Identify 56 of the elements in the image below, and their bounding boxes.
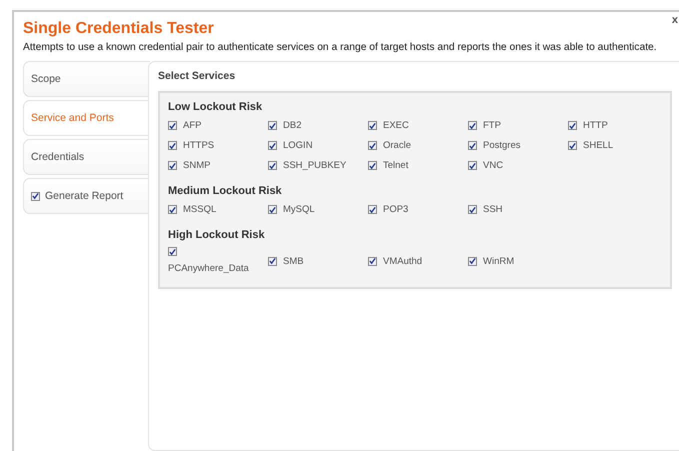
service-label: VNC [483, 159, 504, 172]
service-label: HTTP [583, 119, 608, 132]
service-label: POP3 [383, 203, 408, 216]
checkbox[interactable] [468, 141, 477, 150]
checkbox[interactable] [268, 141, 277, 150]
checkbox[interactable] [168, 121, 177, 130]
checkbox[interactable] [168, 161, 177, 170]
close-button[interactable]: x [672, 15, 678, 26]
panel-title: Select Services [158, 70, 236, 82]
service-label: Oracle [383, 139, 411, 152]
sidebar-tab[interactable]: Scope [23, 61, 150, 97]
service-label: SHELL [583, 139, 614, 152]
service-label: MSSQL [183, 203, 216, 216]
service-label: SSH_PUBKEY [283, 159, 346, 172]
group-title: Low Lockout Risk [168, 101, 264, 113]
service-label: FTP [483, 119, 501, 132]
checkbox[interactable] [368, 141, 377, 150]
checkbox[interactable] [468, 121, 477, 130]
group-title: High Lockout Risk [168, 229, 266, 241]
checkbox[interactable] [31, 192, 40, 200]
service-label: SNMP [183, 159, 210, 172]
dialog-title: Single Credentials Tester [23, 20, 214, 38]
service-label: Telnet [383, 159, 408, 172]
service-label: LOGIN [283, 139, 313, 152]
checkbox[interactable] [268, 121, 277, 130]
service-label: SSH [483, 203, 503, 216]
service-label: MySQL [283, 203, 315, 216]
checkbox[interactable] [568, 141, 577, 150]
checkbox[interactable] [268, 205, 277, 214]
checkbox[interactable] [468, 205, 477, 214]
checkbox[interactable] [168, 205, 177, 214]
service-label: AFP [183, 119, 202, 132]
service-label: VMAuthd [383, 254, 422, 268]
checkbox[interactable] [368, 161, 377, 170]
service-label: SMB [283, 254, 304, 268]
group-title: Medium Lockout Risk [168, 185, 283, 197]
tab-label: Generate Report [45, 190, 124, 202]
service-label: WinRM [483, 254, 514, 268]
checkbox[interactable] [368, 256, 377, 266]
checkbox[interactable] [468, 256, 477, 266]
service-label: HTTPS [183, 139, 214, 152]
dialog-description: Attempts to use a known credential pair to authenticate services on a range of target hosts and reports the ones it was able to authenticate. [23, 42, 658, 53]
checkbox[interactable] [468, 161, 477, 170]
checkbox[interactable] [568, 121, 577, 130]
service-label: PCAnywhere_Data [168, 262, 249, 275]
sidebar-tab[interactable]: Credentials [23, 139, 150, 175]
checkbox[interactable] [268, 256, 277, 266]
checkbox[interactable] [368, 121, 377, 130]
checkbox[interactable] [168, 141, 177, 150]
checkbox[interactable] [168, 247, 177, 256]
checkbox[interactable] [268, 161, 277, 170]
service-label: DB2 [283, 119, 302, 132]
service-label: EXEC [383, 119, 409, 132]
checkbox[interactable] [368, 205, 377, 214]
service-label: Postgres [483, 139, 520, 152]
sidebar-tab[interactable]: Generate Report [23, 178, 150, 214]
